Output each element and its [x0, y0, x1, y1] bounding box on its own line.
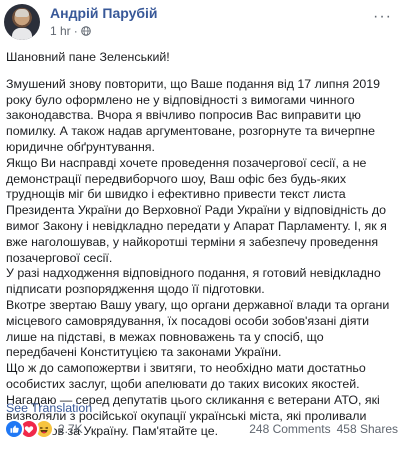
comments-count-link[interactable]: 248 Comments — [249, 422, 330, 436]
engagement-counts: 248 Comments 458 Shares — [249, 422, 398, 436]
reactions-summary[interactable]: 2.7K — [4, 419, 83, 439]
post-paragraph: Вкотре звертаю Вашу увагу, що органи дер… — [6, 297, 390, 360]
post-paragraph: Якщо Ви насправді хочете проведення поза… — [6, 155, 387, 265]
see-translation-link[interactable]: See Translation — [6, 401, 92, 415]
post-meta: 1 hr · — [50, 24, 91, 38]
post-paragraph: Змушений знову повторити, що Ваше поданн… — [6, 76, 381, 154]
post-greeting: Шановний пане Зеленський! — [6, 50, 170, 64]
author-name[interactable]: Андрій Парубій — [50, 5, 158, 21]
post-time[interactable]: 1 hr — [50, 24, 71, 38]
reactions-count: 2.7K — [58, 422, 83, 436]
shares-count-link[interactable]: 458 Shares — [337, 422, 398, 436]
meta-separator: · — [73, 24, 78, 38]
globe-icon — [80, 26, 91, 36]
post-body: Шановний пане Зеленський! Змушений знову… — [6, 50, 394, 440]
like-reaction-icon — [4, 419, 24, 439]
post-header: Андрій Парубій 1 hr · ··· — [4, 4, 398, 40]
post-paragraph: У разі надходження відповідного подання,… — [6, 266, 381, 297]
facebook-post: Андрій Парубій 1 hr · ··· Шановний пане … — [0, 0, 402, 452]
author-avatar[interactable] — [4, 4, 40, 40]
post-footer: 2.7K 248 Comments 458 Shares — [4, 419, 398, 439]
more-options-icon[interactable]: ··· — [373, 9, 392, 25]
